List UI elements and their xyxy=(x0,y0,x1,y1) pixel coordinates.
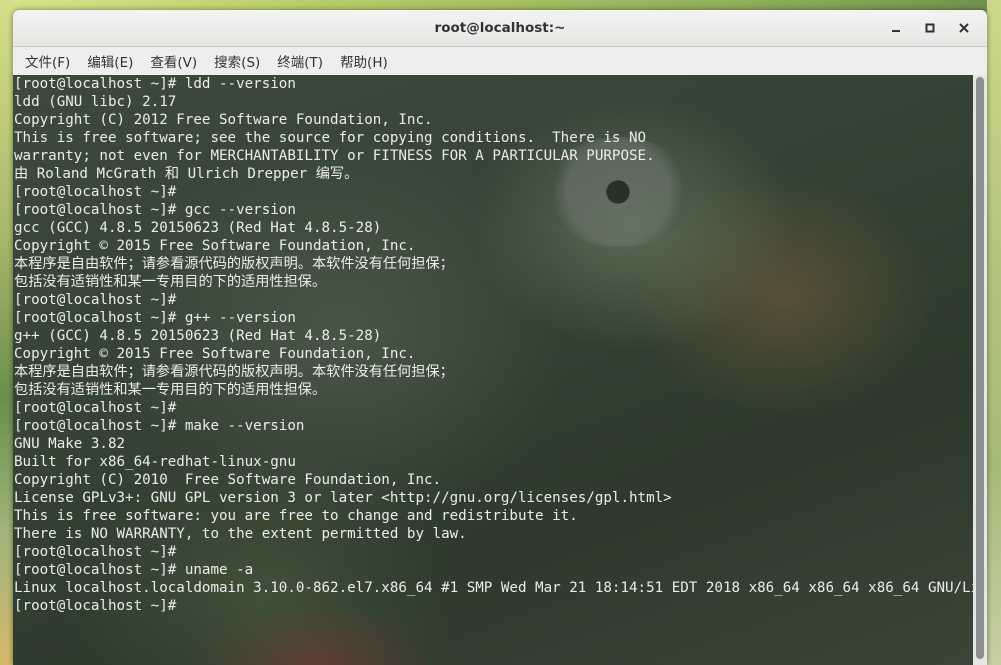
terminal-line: GNU Make 3.82 xyxy=(14,436,126,452)
minimize-icon xyxy=(892,30,900,32)
terminal-line: There is NO WARRANTY, to the extent perm… xyxy=(14,526,467,542)
menu-search[interactable]: 搜索(S) xyxy=(206,48,268,74)
window-title: root@localhost:~ xyxy=(434,20,566,36)
terminal-line: [root@localhost ~]# xyxy=(14,184,177,200)
terminal-line: This is free software: you are free to c… xyxy=(14,508,578,524)
terminal-line: gcc (GCC) 4.8.5 20150623 (Red Hat 4.8.5-… xyxy=(14,220,382,236)
terminal-prompt-line: [root@localhost ~]# xyxy=(14,598,177,614)
terminal-line: [root@localhost ~]# g++ --version xyxy=(14,310,296,326)
maximize-icon xyxy=(925,23,935,33)
scrollbar-thumb[interactable] xyxy=(976,77,984,659)
terminal-line: License GPLv3+: GNU GPL version 3 or lat… xyxy=(14,490,672,506)
terminal-line: [root@localhost ~]# ldd --version xyxy=(14,76,296,92)
terminal-line: Copyright (C) 2012 Free Software Foundat… xyxy=(14,112,433,128)
terminal-line: 包括没有适销性和某一专用目的下的适用性担保。 xyxy=(14,274,327,290)
terminal-line: g++ (GCC) 4.8.5 20150623 (Red Hat 4.8.5-… xyxy=(14,328,382,344)
terminal-output-area[interactable]: [root@localhost ~]# ldd --version ldd (G… xyxy=(13,75,973,665)
menu-bar: 文件(F) 编辑(E) 查看(V) 搜索(S) 终端(T) 帮助(H) xyxy=(13,47,987,76)
terminal-line: Built for x86_64-redhat-linux-gnu xyxy=(14,454,296,470)
terminal-line: [root@localhost ~]# xyxy=(14,400,177,416)
terminal-line: Copyright (C) 2010 Free Software Foundat… xyxy=(14,472,442,488)
menu-edit[interactable]: 编辑(E) xyxy=(79,48,141,74)
terminal-line: Linux localhost.localdomain 3.10.0-862.e… xyxy=(14,580,973,596)
terminal-line: ldd (GNU libc) 2.17 xyxy=(14,94,177,110)
terminal-line: [root@localhost ~]# gcc --version xyxy=(14,202,296,218)
minimize-button[interactable] xyxy=(881,15,911,41)
desktop-background-left xyxy=(0,0,13,665)
close-icon xyxy=(959,23,969,33)
menu-terminal[interactable]: 终端(T) xyxy=(269,48,331,74)
terminal-line: [root@localhost ~]# uname -a xyxy=(14,562,254,578)
menu-file[interactable]: 文件(F) xyxy=(17,48,78,74)
close-button[interactable] xyxy=(949,15,979,41)
maximize-button[interactable] xyxy=(915,15,945,41)
window-controls xyxy=(881,10,979,46)
terminal-scrollbar[interactable] xyxy=(973,75,987,665)
terminal-line: 本程序是自由软件；请参看源代码的版权声明。本软件没有任何担保； xyxy=(14,364,454,380)
desktop-background-right xyxy=(987,0,1001,665)
terminal-line: [root@localhost ~]# xyxy=(14,292,177,308)
terminal-line: [root@localhost ~]# xyxy=(14,544,177,560)
terminal-line: 包括没有适销性和某一专用目的下的适用性担保。 xyxy=(14,382,327,398)
terminal-line: warranty; not even for MERCHANTABILITY o… xyxy=(14,148,655,164)
terminal-line: Copyright © 2015 Free Software Foundatio… xyxy=(14,346,416,362)
terminal-line: This is free software; see the source fo… xyxy=(14,130,647,146)
terminal-window: root@localhost:~ 文件(F) 编辑(E) 查看(V) 搜索(S)… xyxy=(13,10,987,665)
terminal-line: [root@localhost ~]# make --version xyxy=(14,418,305,434)
menu-help[interactable]: 帮助(H) xyxy=(332,48,396,74)
terminal-line: 由 Roland McGrath 和 Ulrich Drepper 编写。 xyxy=(14,166,359,182)
menu-view[interactable]: 查看(V) xyxy=(142,48,205,74)
terminal-lines: [root@localhost ~]# ldd --version ldd (G… xyxy=(14,75,973,615)
title-bar[interactable]: root@localhost:~ xyxy=(13,10,987,47)
terminal-line: Copyright © 2015 Free Software Foundatio… xyxy=(14,238,416,254)
terminal-line: 本程序是自由软件；请参看源代码的版权声明。本软件没有任何担保； xyxy=(14,256,454,272)
